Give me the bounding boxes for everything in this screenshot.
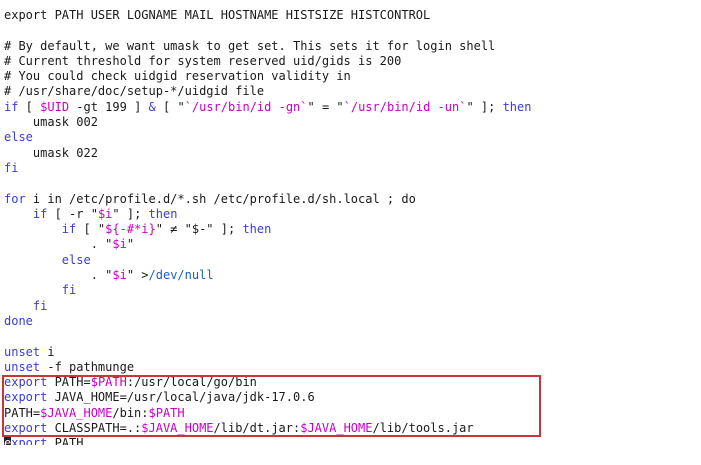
code-line: else xyxy=(4,253,531,268)
code-line: # Current threshold for system reserved … xyxy=(4,54,531,69)
code-line: for i in /etc/profile.d/*.sh /etc/profil… xyxy=(4,192,531,207)
code-token: PATH xyxy=(47,436,84,445)
code-token: $i xyxy=(112,237,127,252)
code-token: unset xyxy=(4,359,41,374)
code-token: [ xyxy=(18,99,41,114)
code-token: $UID xyxy=(40,99,70,114)
code-line: # /usr/share/doc/setup-*/uidgid file xyxy=(4,84,531,99)
code-token: umask 002 xyxy=(4,115,98,130)
code-line: if [ -r "$i" ]; then xyxy=(4,207,531,222)
code-token: " xyxy=(126,237,135,252)
code-token: . " xyxy=(4,237,113,252)
code-token: if xyxy=(4,99,19,114)
code-line: # You could check uidgid reservation val… xyxy=(4,69,531,84)
code-token: then xyxy=(148,206,178,221)
code-token: -f pathmunge xyxy=(40,359,135,374)
code-token: # By default, we want umask to get set. … xyxy=(4,38,496,53)
code-token: done xyxy=(4,313,33,328)
code-line: unset i xyxy=(4,345,531,360)
code-line: else xyxy=(4,130,531,145)
code-token: fi xyxy=(4,160,19,175)
code-line: fi xyxy=(4,161,531,176)
code-token: ${-#*i} xyxy=(105,222,156,237)
code-token: else xyxy=(4,130,33,145)
code-token: for xyxy=(4,191,26,206)
terminal-editor[interactable]: export PATH USER LOGNAME MAIL HOSTNAME H… xyxy=(0,0,701,445)
code-token: . " xyxy=(4,268,113,283)
code-token: " > xyxy=(126,268,149,283)
code-token: -gt 199 ] xyxy=(69,99,149,114)
code-token: if xyxy=(61,222,77,237)
code-token: i xyxy=(40,344,55,359)
code-token: " = " xyxy=(307,99,344,114)
code-line: unset -f pathmunge xyxy=(4,360,531,375)
code-token: if xyxy=(32,206,48,221)
code-token: # Current threshold for system reserved … xyxy=(4,53,402,68)
code-token: xport xyxy=(11,436,48,445)
code-line: if [ "${-#*i}" ≠ "$-" ]; then xyxy=(4,222,531,237)
code-token: " ]; xyxy=(466,99,503,114)
code-line: umask 022 xyxy=(4,146,531,161)
code-line: umask 002 xyxy=(4,115,531,130)
code-token: fi xyxy=(61,283,77,298)
code-line: export PATH USER LOGNAME MAIL HOSTNAME H… xyxy=(4,8,531,23)
code-line: if [ $UID -gt 199 ] & [ "`/usr/bin/id -g… xyxy=(4,100,531,115)
status-bar xyxy=(0,445,701,465)
code-token: else xyxy=(61,252,91,267)
code-line: . "$i" xyxy=(4,237,531,252)
code-line: export PATH xyxy=(4,436,531,445)
code-token: [ " xyxy=(155,99,185,114)
code-token: $i xyxy=(97,206,113,221)
code-token: $i xyxy=(112,268,127,283)
code-token: [ -r " xyxy=(47,206,98,221)
code-token: umask 022 xyxy=(4,145,98,160)
code-token: [ " xyxy=(76,222,106,237)
code-token: " ]; xyxy=(112,206,149,221)
code-token: then xyxy=(242,222,272,237)
code-line: fi xyxy=(4,299,531,314)
code-line: done xyxy=(4,314,531,329)
code-token: " ≠ "$-" ]; xyxy=(155,222,243,237)
code-token: i in /etc/profile.d/*.sh /etc/profile.d/… xyxy=(25,191,416,206)
code-token: unset xyxy=(4,344,41,359)
highlight-box xyxy=(2,375,541,437)
code-token: `/usr/bin/id -gn` xyxy=(184,99,308,114)
code-token: export PATH USER LOGNAME MAIL HOSTNAME H… xyxy=(4,8,431,22)
code-token: fi xyxy=(32,298,48,313)
code-token: # You could check uidgid reservation val… xyxy=(4,69,351,84)
code-token: /dev/null xyxy=(148,268,214,283)
code-token: & xyxy=(148,99,156,114)
code-token: then xyxy=(502,99,532,114)
code-token: # /usr/share/doc/setup-*/uidgid file xyxy=(4,84,265,99)
code-line: fi xyxy=(4,283,531,298)
code-token: `/usr/bin/id -un` xyxy=(343,99,467,114)
code-line: . "$i" >/dev/null xyxy=(4,268,531,283)
code-line: # By default, we want umask to get set. … xyxy=(4,39,531,54)
